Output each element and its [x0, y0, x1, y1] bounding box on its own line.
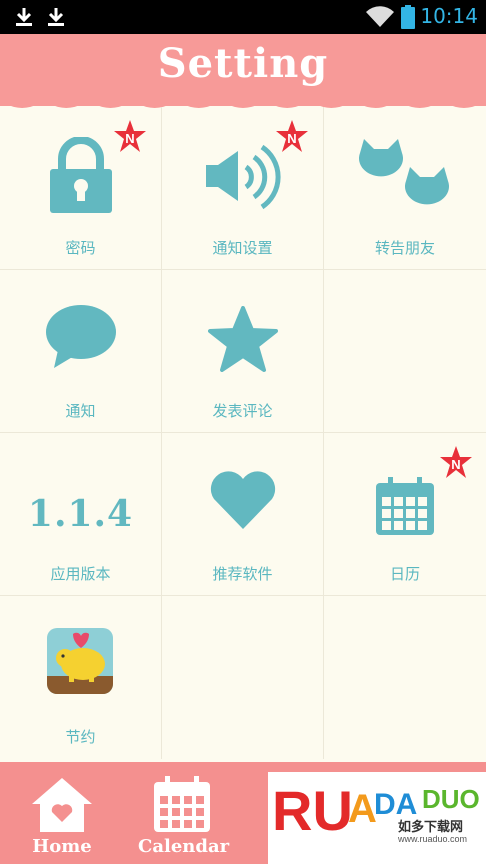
svg-text:DUO: DUO: [422, 784, 480, 814]
grid-item-password[interactable]: N 密码: [0, 107, 162, 270]
grid-item-savings[interactable]: 节约: [0, 596, 162, 759]
grid-item-label: 推荐软件: [212, 565, 273, 583]
grid-item-empty: [162, 596, 324, 759]
grid-item-write-review[interactable]: 发表评论: [162, 270, 324, 433]
home-icon: [32, 778, 92, 832]
speech-bubble-icon: [46, 305, 116, 368]
grid-item-notifications[interactable]: 通知: [0, 270, 162, 433]
grid-item-label: 密码: [65, 239, 96, 257]
grid-item-label: 发表评论: [212, 402, 273, 420]
battery-icon: [401, 5, 415, 29]
grid-item-label: 日历: [389, 565, 420, 583]
speaker-icon: [206, 144, 281, 210]
grid-item-app-version[interactable]: 1.1.4 应用版本: [0, 433, 162, 596]
lock-icon: [50, 137, 112, 213]
grid-item-label: 通知设置: [212, 239, 273, 257]
cats-icon: [359, 139, 449, 205]
grid-item-calendar[interactable]: N 日历: [324, 433, 486, 596]
watermark-url: www.ruaduo.com: [398, 834, 468, 844]
watermark-logo: RU A DA DUO 如多下载网 www.ruaduo.com: [268, 772, 486, 864]
nav-home-label: Home: [32, 836, 92, 857]
svg-text:N: N: [125, 131, 134, 146]
calendar-icon: [376, 477, 434, 535]
status-bar: 10:14: [0, 0, 486, 34]
heart-icon: [210, 471, 276, 529]
piggy-bank-app-icon: [47, 628, 113, 694]
grid-item-notification-settings[interactable]: N 通知设置: [162, 107, 324, 270]
wifi-icon: [366, 6, 394, 28]
grid-item-label: 转告朋友: [374, 239, 435, 257]
star-icon: [208, 306, 278, 372]
new-badge-icon: N: [440, 446, 472, 478]
new-badge-icon: N: [276, 120, 308, 152]
watermark-subtitle: 如多下载网: [398, 819, 464, 834]
grid-item-label: 应用版本: [50, 565, 111, 583]
nav-calendar-button[interactable]: Calendar: [138, 762, 230, 864]
grid-item-empty: [324, 596, 486, 759]
svg-text:RU: RU: [272, 779, 353, 838]
version-number: 1.1.4: [27, 493, 134, 535]
svg-text:N: N: [287, 131, 296, 146]
download-icon: [16, 8, 32, 26]
grid-item-tell-friends[interactable]: 转告朋友: [324, 107, 486, 270]
calendar-icon: [154, 776, 210, 832]
download-icon: [48, 8, 64, 26]
page-title: Setting: [157, 40, 329, 87]
grid-item-recommended-apps[interactable]: 推荐软件: [162, 433, 324, 596]
new-badge-icon: N: [114, 120, 146, 152]
svg-text:A: A: [348, 787, 377, 831]
grid-item-label: 通知: [65, 402, 96, 420]
svg-text:N: N: [451, 457, 460, 472]
status-time: 10:14: [420, 4, 478, 28]
grid-item-empty: [324, 270, 486, 433]
nav-home-button[interactable]: Home: [20, 762, 104, 864]
grid-item-label: 节约: [65, 728, 96, 746]
settings-grid: N 密码 N 通知设置 转告朋友 通知 发表评论 1.1.4 应用版本 推荐软件…: [0, 107, 486, 761]
nav-calendar-label: Calendar: [138, 836, 230, 857]
